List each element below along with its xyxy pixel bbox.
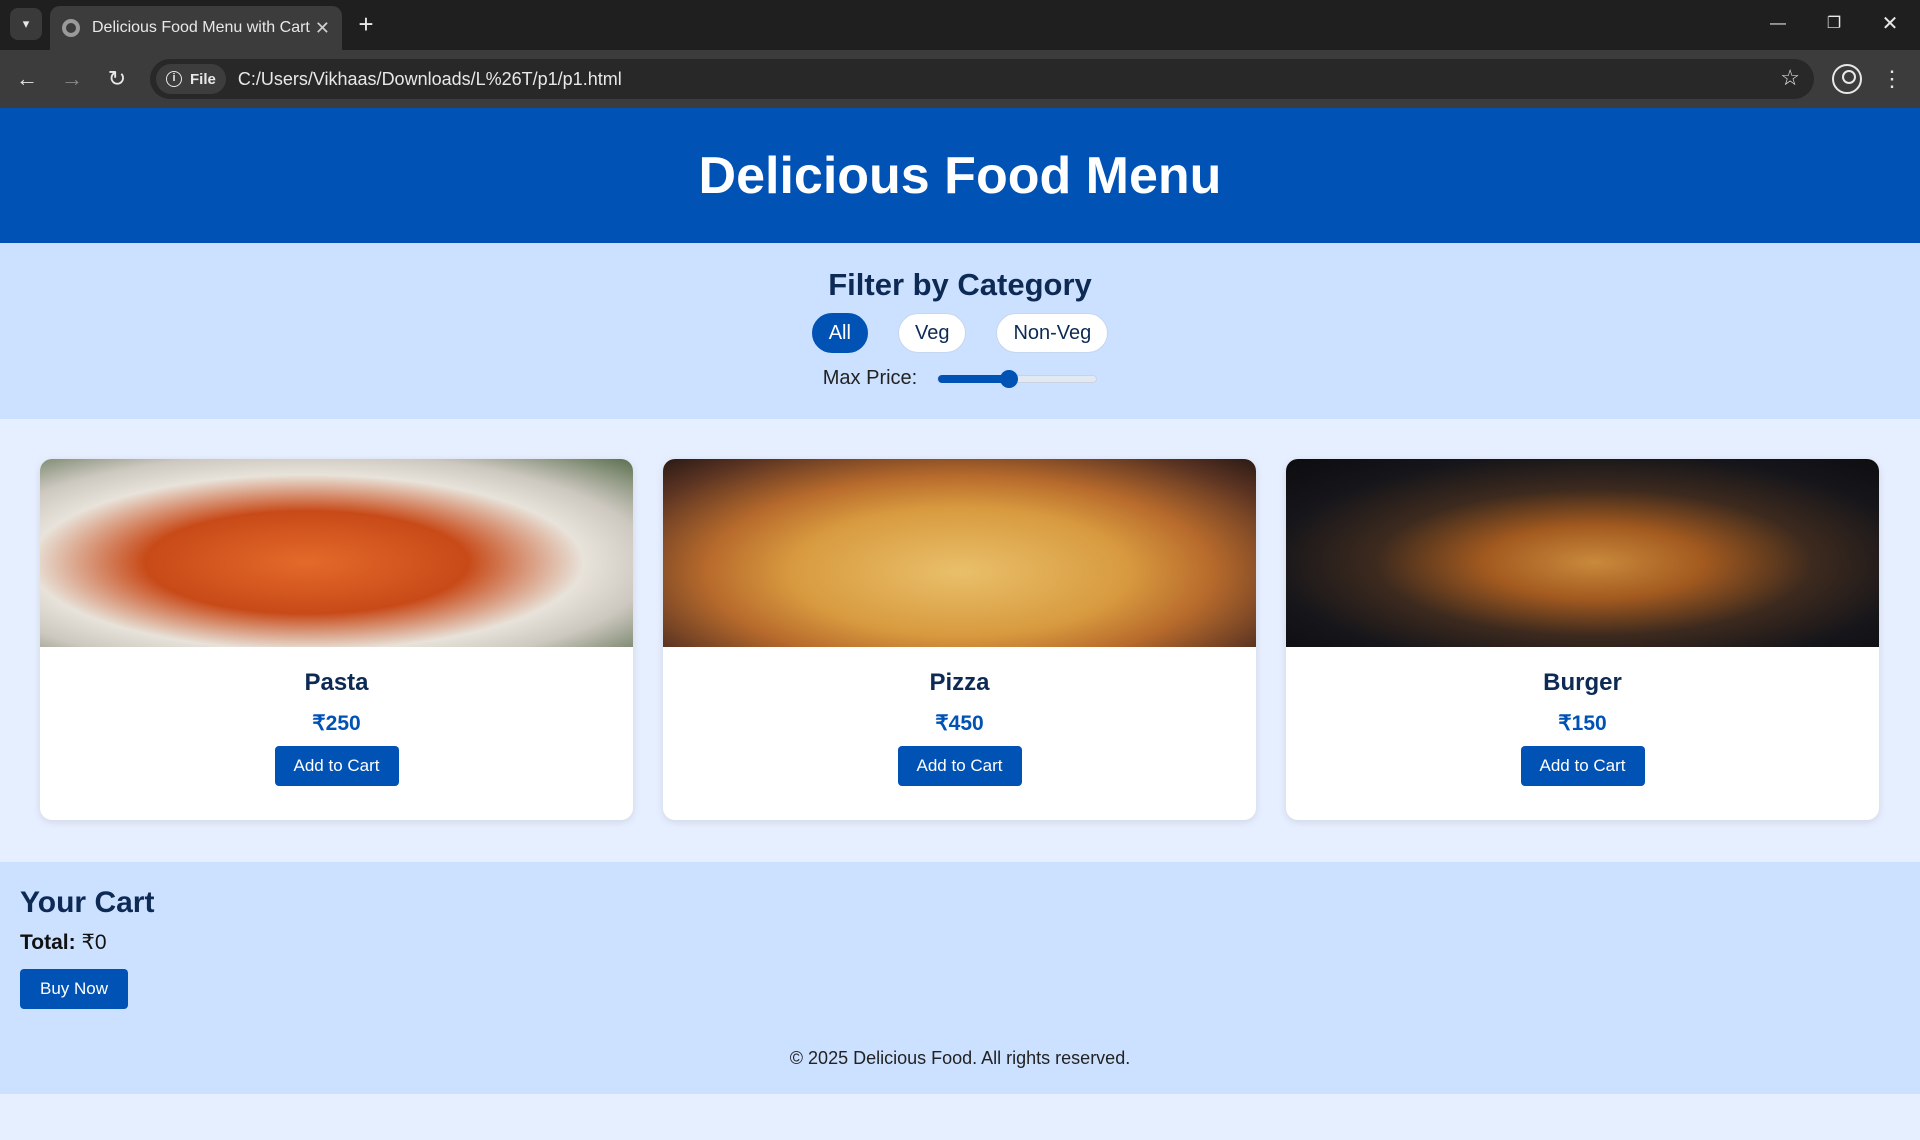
pizza-photo xyxy=(663,459,1256,647)
item-name: Burger xyxy=(1543,669,1622,696)
cart-section: Your Cart Total: ₹0 Buy Now © 2025 Delic… xyxy=(0,862,1920,1094)
item-price: ₹150 xyxy=(1558,712,1607,735)
profile-icon[interactable] xyxy=(1832,64,1862,94)
page-content: Delicious Food Menu Filter by Category A… xyxy=(0,108,1920,1140)
site-header: Delicious Food Menu xyxy=(0,108,1920,243)
add-to-cart-button[interactable]: Add to Cart xyxy=(274,746,399,786)
menu-card: Pizza ₹450 Add to Cart xyxy=(663,459,1256,820)
slider-thumb[interactable] xyxy=(1000,369,1019,388)
pasta-photo xyxy=(40,459,633,647)
forward-arrow-icon[interactable]: → xyxy=(56,63,88,95)
buy-now-button[interactable]: Buy Now xyxy=(20,969,128,1009)
bookmark-star-icon[interactable]: ☆ xyxy=(1780,65,1800,91)
tab-search-chevron-icon[interactable]: ▾ xyxy=(10,8,42,40)
cart-total-value: ₹0 xyxy=(81,931,107,954)
close-window-icon[interactable]: ✕ xyxy=(1870,8,1910,40)
menu-card: Burger ₹150 Add to Cart xyxy=(1286,459,1879,820)
restore-icon[interactable]: ❐ xyxy=(1814,8,1854,40)
tab-title: Delicious Food Menu with Cart xyxy=(92,19,310,36)
info-icon: i xyxy=(166,71,182,87)
browser-tab[interactable]: Delicious Food Menu with Cart ✕ xyxy=(50,6,342,50)
menu-card: Pasta ₹250 Add to Cart xyxy=(40,459,633,820)
globe-icon xyxy=(62,19,80,37)
slider-fill xyxy=(938,374,1010,383)
address-bar[interactable]: i File C:/Users/Vikhaas/Downloads/L%26T/… xyxy=(150,59,1814,99)
item-name: Pasta xyxy=(304,669,369,696)
reload-icon[interactable]: ↻ xyxy=(101,63,133,95)
max-price-row: Max Price: xyxy=(0,367,1920,390)
cart-total-label: Total: xyxy=(20,931,76,954)
category-nonveg-button[interactable]: Non-Veg xyxy=(996,313,1109,353)
category-pills: All Veg Non-Veg xyxy=(0,313,1920,353)
minimize-icon[interactable]: — xyxy=(1758,8,1798,40)
site-info-chip[interactable]: i File xyxy=(156,64,226,94)
browser-toolbar: ← → ↻ i File C:/Users/Vikhaas/Downloads/… xyxy=(0,50,1920,108)
filter-heading: Filter by Category xyxy=(828,267,1092,302)
cart-heading: Your Cart xyxy=(20,886,155,919)
item-price: ₹250 xyxy=(312,712,361,735)
item-price: ₹450 xyxy=(935,712,984,735)
add-to-cart-button[interactable]: Add to Cart xyxy=(1520,746,1645,786)
menu-grid: Pasta ₹250 Add to Cart Pizza ₹450 Add to… xyxy=(0,419,1920,862)
file-label: File xyxy=(190,70,216,88)
new-tab-button[interactable]: + xyxy=(352,10,380,38)
max-price-slider[interactable] xyxy=(937,369,1098,388)
footer-copyright: © 2025 Delicious Food. All rights reserv… xyxy=(789,1048,1131,1068)
cart-total: Total: ₹0 xyxy=(20,930,1900,955)
page-title: Delicious Food Menu xyxy=(698,146,1222,205)
category-all-button[interactable]: All xyxy=(811,313,868,353)
filter-section: Filter by Category All Veg Non-Veg Max P… xyxy=(0,243,1920,419)
category-veg-button[interactable]: Veg xyxy=(897,313,967,353)
max-price-label: Max Price: xyxy=(822,367,918,389)
burger-photo xyxy=(1286,459,1879,647)
kebab-menu-icon[interactable]: ⋮ xyxy=(1880,63,1904,95)
url-text[interactable]: C:/Users/Vikhaas/Downloads/L%26T/p1/p1.h… xyxy=(238,69,622,90)
tab-close-icon[interactable]: ✕ xyxy=(315,18,330,39)
browser-tab-bar: ▾ Delicious Food Menu with Cart ✕ + — ❐ … xyxy=(0,0,1920,50)
back-arrow-icon[interactable]: ← xyxy=(11,63,43,95)
item-name: Pizza xyxy=(929,669,990,696)
add-to-cart-button[interactable]: Add to Cart xyxy=(897,746,1022,786)
